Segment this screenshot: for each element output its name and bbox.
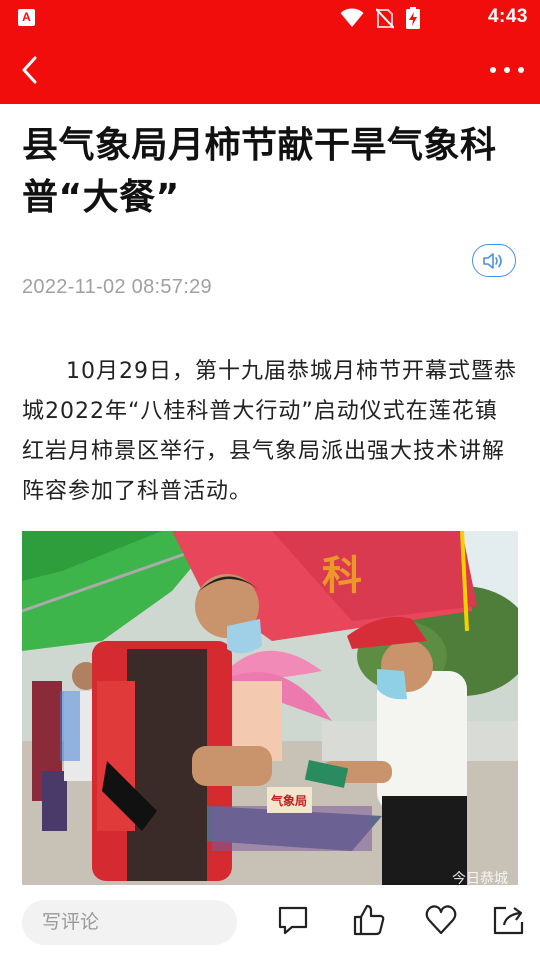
favorite-button[interactable]	[424, 903, 458, 937]
bottom-action-bar: 写评论	[0, 885, 540, 960]
more-button[interactable]	[486, 56, 528, 84]
article-title: 县气象局月柿节献干旱气象科普“大餐”	[22, 125, 497, 218]
share-button[interactable]	[492, 903, 526, 937]
like-button[interactable]	[352, 903, 386, 937]
no-sim-icon	[376, 8, 394, 29]
thumbs-up-icon	[353, 904, 385, 936]
comment-button[interactable]	[276, 903, 310, 937]
status-icons	[340, 7, 420, 29]
photo-illustration: 科 气象局 今日恭城	[22, 531, 518, 885]
comment-icon	[278, 906, 308, 935]
back-chevron-icon	[22, 56, 37, 84]
share-icon	[493, 906, 524, 935]
publish-date: 2022-11-02 08:57:29	[22, 276, 212, 298]
article-photo[interactable]: 科 气象局 今日恭城	[22, 531, 518, 885]
heart-icon	[425, 905, 457, 935]
battery-charging-icon	[406, 7, 420, 29]
svg-text:科: 科	[322, 553, 362, 599]
clock: 4:43	[487, 6, 528, 27]
app-notification-icon: A	[18, 9, 35, 26]
comment-input[interactable]: 写评论	[22, 900, 237, 945]
desk-sign-text: 气象局	[270, 793, 307, 808]
top-nav-bar	[0, 36, 540, 104]
read-aloud-button[interactable]	[472, 244, 516, 277]
speaker-icon	[483, 252, 502, 269]
status-bar: A 4:43	[0, 0, 540, 36]
article-paragraph: 10月29日，第十九届恭城月柿节开幕式暨恭城2022年“八桂科普大行动”启动仪式…	[22, 359, 517, 504]
back-button[interactable]	[14, 52, 50, 88]
more-dots-icon	[490, 67, 524, 73]
wifi-icon	[340, 8, 364, 27]
photo-watermark: 今日恭城	[452, 871, 508, 885]
